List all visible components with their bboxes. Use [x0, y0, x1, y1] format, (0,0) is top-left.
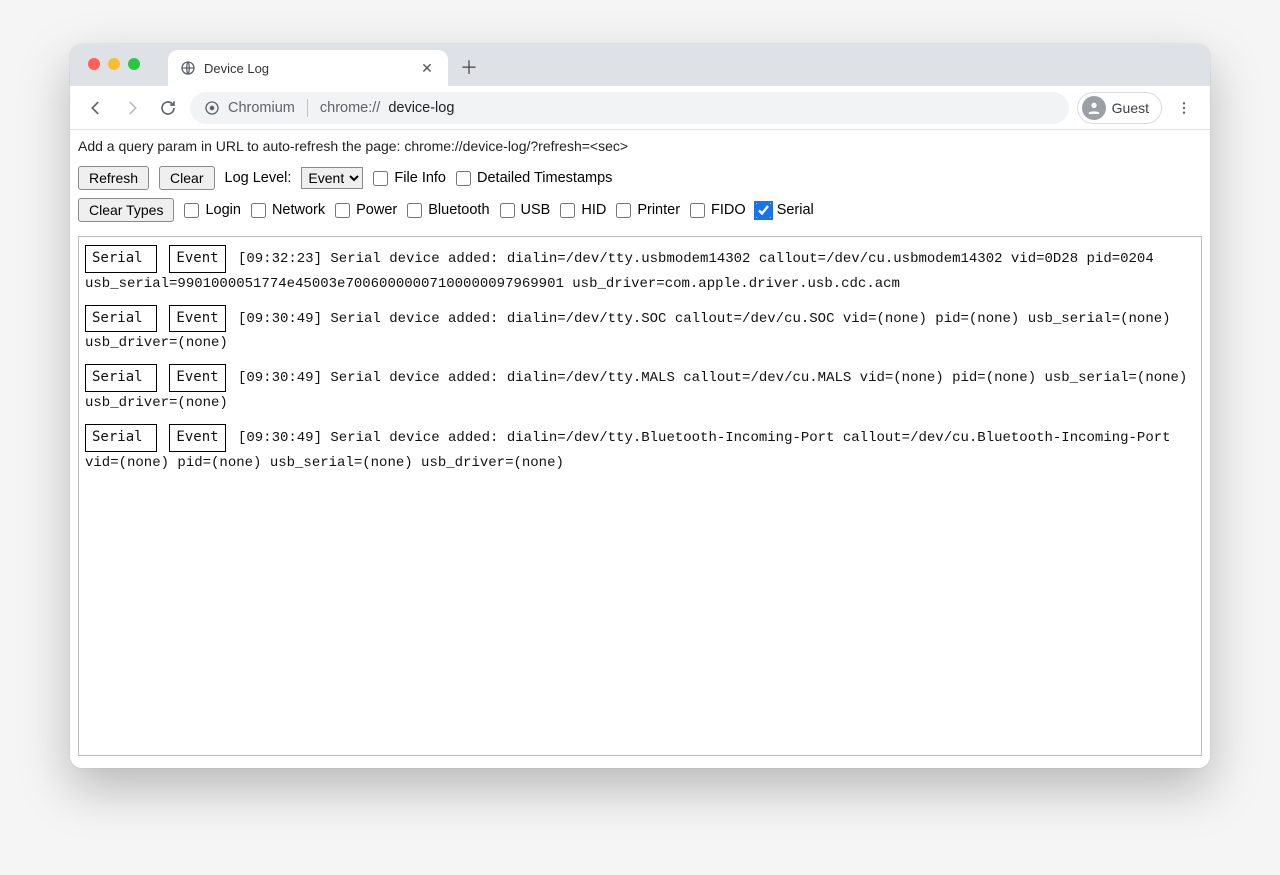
file-info-label: File Info: [394, 170, 446, 186]
clear-button[interactable]: Clear: [159, 166, 214, 190]
type-fido[interactable]: FIDO: [690, 202, 746, 218]
entry-time: [09:30:49]: [238, 370, 322, 386]
log-entry: Serial Event [09:30:49] Serial device ad…: [79, 362, 1201, 422]
entry-level-badge: Event: [169, 424, 225, 452]
entry-level-badge: Event: [169, 245, 225, 273]
refresh-button[interactable]: Refresh: [78, 166, 149, 190]
type-serial[interactable]: Serial: [756, 202, 814, 218]
minimize-window-button[interactable]: [108, 58, 120, 70]
window-controls: [88, 58, 140, 70]
refresh-hint: Add a query param in URL to auto-refresh…: [78, 136, 1202, 162]
type-login[interactable]: Login: [184, 202, 240, 218]
url-path: device-log: [388, 100, 454, 116]
type-printer[interactable]: Printer: [616, 202, 680, 218]
detailed-timestamps-label: Detailed Timestamps: [477, 170, 612, 186]
new-tab-button[interactable]: ＋: [454, 52, 484, 82]
close-tab-icon[interactable]: ✕: [418, 60, 436, 77]
entry-time: [09:32:23]: [238, 251, 322, 267]
profile-chip[interactable]: Guest: [1077, 92, 1162, 124]
forward-button[interactable]: [118, 94, 146, 122]
entry-level-badge: Event: [169, 305, 225, 333]
entry-level-badge: Event: [169, 364, 225, 392]
menu-button[interactable]: [1170, 100, 1198, 116]
entry-type-badge: Serial: [85, 424, 157, 452]
close-window-button[interactable]: [88, 58, 100, 70]
globe-icon: [180, 60, 196, 76]
address-bar[interactable]: Chromium chrome:// device-log: [190, 92, 1069, 124]
url-host: Chromium: [228, 100, 295, 116]
type-bluetooth[interactable]: Bluetooth: [407, 202, 489, 218]
entry-time: [09:30:49]: [238, 311, 322, 327]
log-entry: Serial Event [09:30:49] Serial device ad…: [79, 303, 1201, 363]
type-network[interactable]: Network: [251, 202, 325, 218]
avatar-icon: [1082, 96, 1106, 120]
reload-button[interactable]: [154, 94, 182, 122]
tab-title: Device Log: [204, 61, 410, 76]
browser-toolbar: Chromium chrome:// device-log Guest: [70, 86, 1210, 130]
url-scheme: chrome://: [320, 100, 380, 116]
log-panel: Serial Event [09:32:23] Serial device ad…: [78, 236, 1202, 756]
file-info-checkbox[interactable]: File Info: [373, 170, 446, 186]
url-separator: [307, 99, 308, 117]
type-power[interactable]: Power: [335, 202, 397, 218]
log-entry: Serial Event [09:32:23] Serial device ad…: [79, 243, 1201, 303]
browser-window: Device Log ✕ ＋ Chromium chrome:// device-…: [70, 44, 1210, 768]
back-button[interactable]: [82, 94, 110, 122]
entry-type-badge: Serial: [85, 245, 157, 273]
type-usb[interactable]: USB: [500, 202, 551, 218]
log-level-label: Log Level:: [225, 170, 292, 186]
browser-tab[interactable]: Device Log ✕: [168, 50, 448, 86]
maximize-window-button[interactable]: [128, 58, 140, 70]
clear-types-button[interactable]: Clear Types: [78, 198, 174, 222]
detailed-timestamps-input[interactable]: [456, 171, 471, 186]
detailed-timestamps-checkbox[interactable]: Detailed Timestamps: [456, 170, 612, 186]
chrome-icon: [204, 100, 220, 116]
entry-type-badge: Serial: [85, 364, 157, 392]
entry-time: [09:30:49]: [238, 430, 322, 446]
log-entry: Serial Event [09:30:49] Serial device ad…: [79, 422, 1201, 482]
file-info-input[interactable]: [373, 171, 388, 186]
type-hid[interactable]: HID: [560, 202, 606, 218]
entry-type-badge: Serial: [85, 305, 157, 333]
controls-row-1: Refresh Clear Log Level: Event File Info…: [78, 162, 1202, 194]
log-level-select[interactable]: Event: [301, 167, 363, 189]
page-content: Add a query param in URL to auto-refresh…: [70, 130, 1210, 768]
titlebar: Device Log ✕ ＋: [70, 44, 1210, 86]
controls-row-2: Clear Types Login Network Power Bluetoot…: [78, 194, 1202, 226]
profile-label: Guest: [1112, 100, 1149, 116]
